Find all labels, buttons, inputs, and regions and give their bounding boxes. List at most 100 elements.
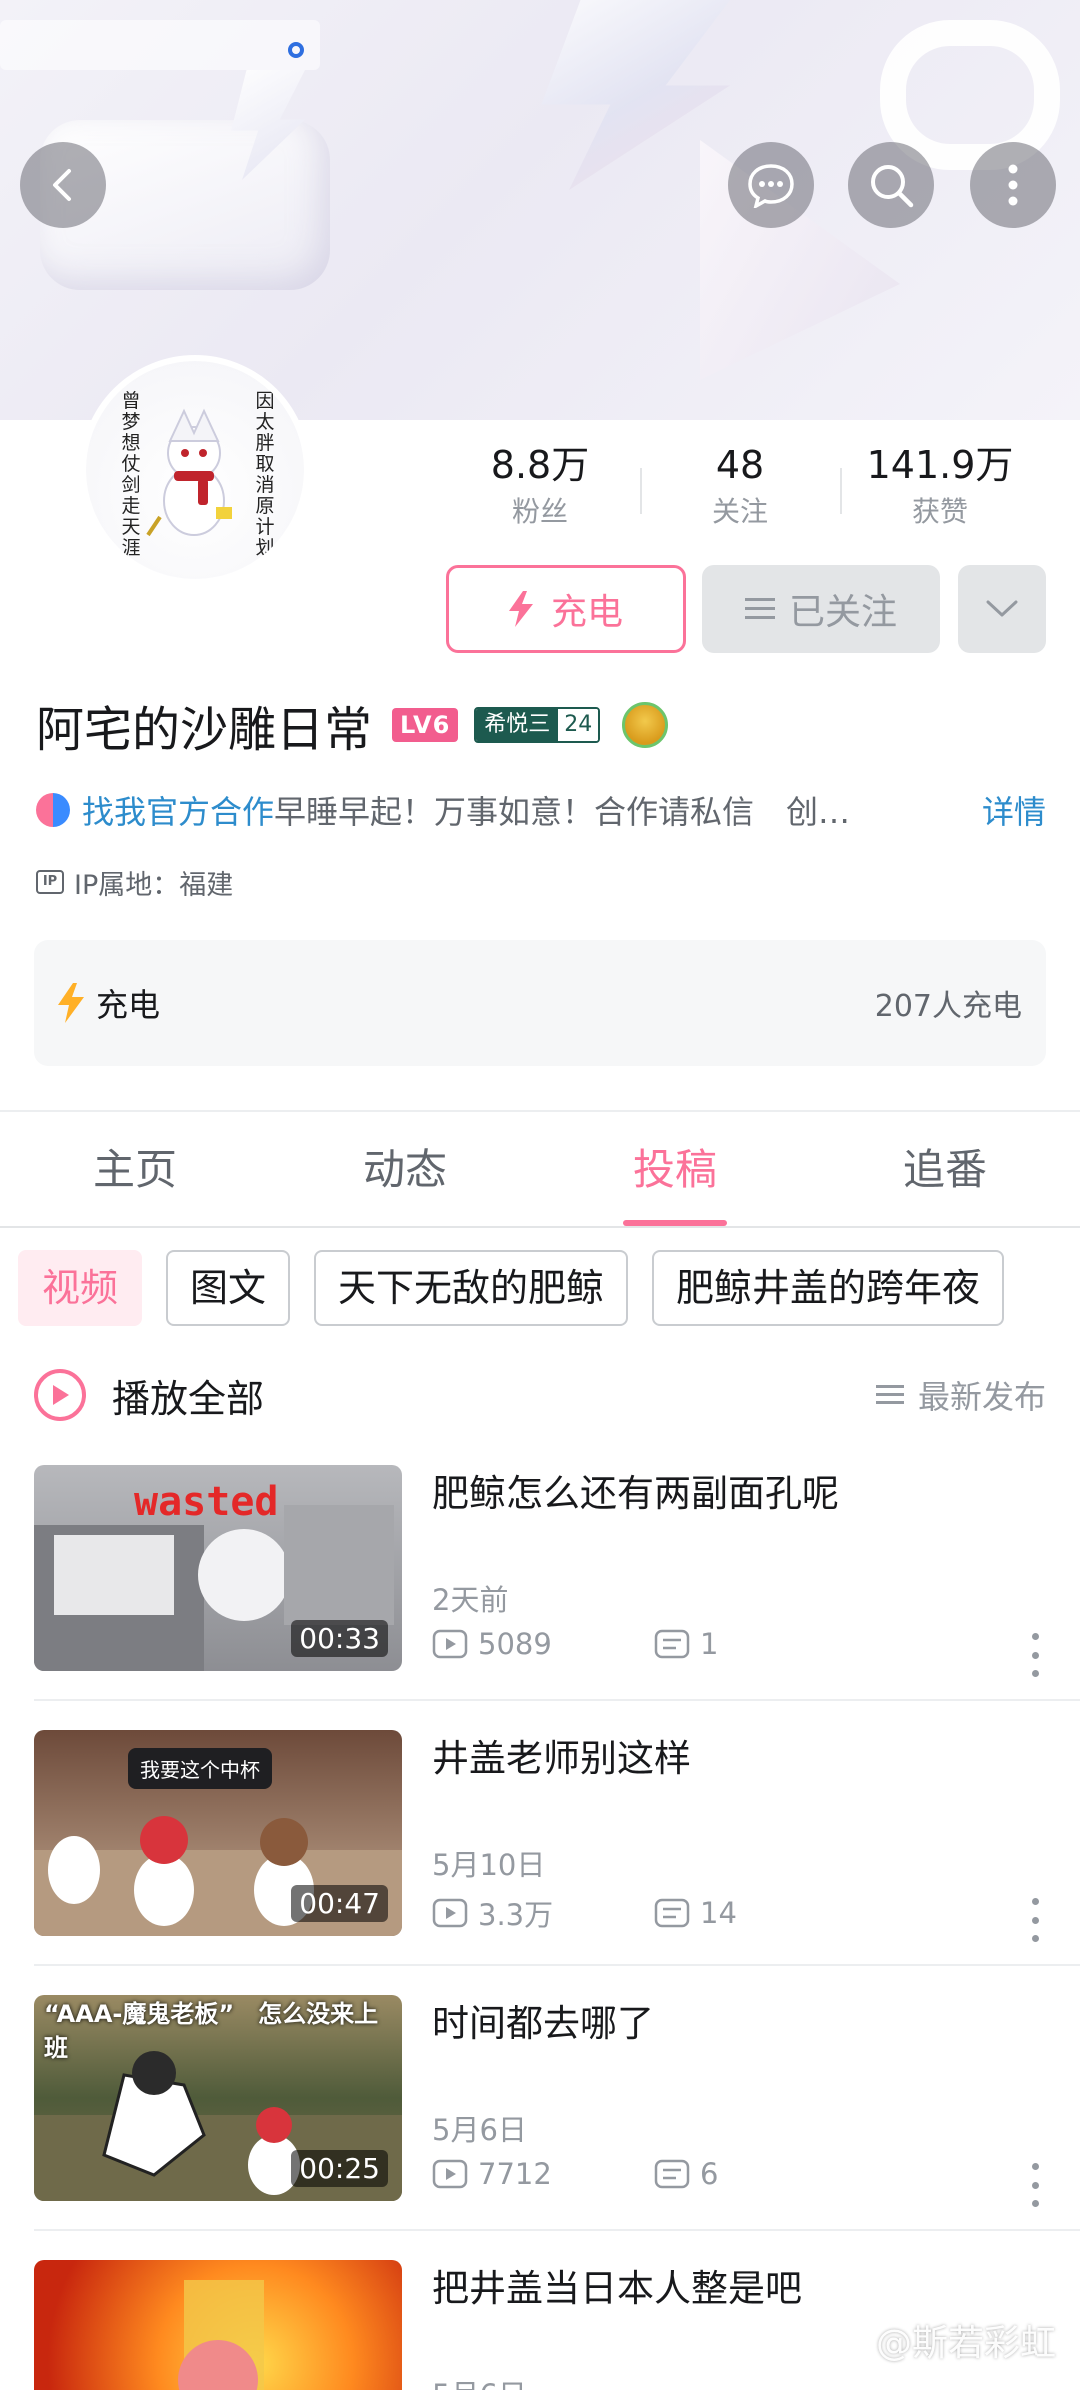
chip-collection-1[interactable]: 天下无敌的肥鲸 [314,1250,629,1326]
watermark: @斯若彩虹 [875,2323,1056,2364]
status-indicator-icon [288,42,304,58]
video-title[interactable]: 井盖老师别这样 [432,1734,691,1784]
status-bar [0,20,320,70]
video-date: 2天前 [432,1583,509,1617]
play-count-icon [432,1629,468,1659]
video-more-icon[interactable] [1032,1633,1040,1677]
video-title[interactable]: 把井盖当日本人整是吧 [432,2264,802,2314]
stat-likes-label: 获赞 [911,495,968,528]
fan-medal-level: 24 [558,709,599,741]
video-date: 5月6日 [432,2113,527,2147]
video-more-icon[interactable] [1032,1898,1040,1942]
avatar[interactable]: 曾梦想仗剑走天涯 因太胖取消原计划 [80,355,310,585]
video-item[interactable]: x wasted 00:33 肥鲸怎么还有两副面孔呢 2天前 5089 1 [34,1465,1046,1677]
fan-medal-name: 希悦三 [476,709,559,741]
play-all-label[interactable]: 播放全部 [112,1368,876,1423]
name-row: 阿宅的沙雕日常 LV6 希悦三 24 [36,690,669,760]
stat-fans-value: 8.8万 [490,443,590,487]
sort-list-icon [875,1385,904,1404]
search-icon [871,165,914,208]
video-meta: 3.3万 14 [432,1892,876,1934]
ip-location-icon: IP [36,870,64,894]
video-thumbnail[interactable] [34,2260,402,2390]
vertical-dots-icon [1008,164,1018,206]
sign-row: 找我官方合作 早睡早起！万事如意！合作请私信 创… 详情 [36,780,1046,840]
video-item[interactable]: 我要这个中杯 00:47 井盖老师别这样 5月10日 3.3万 14 [34,1730,1046,1942]
video-comments: 14 [700,1896,737,1930]
followed-button-label: 已关注 [788,592,897,633]
detail-link[interactable]: 详情 [982,787,1046,833]
danmaku-count-icon [654,1629,690,1659]
thumbnail-caption: 我要这个中杯 [128,1748,272,1789]
followed-button[interactable]: 已关注 [702,565,940,653]
tab-home[interactable]: 主页 [0,1112,270,1226]
chat-bubble-icon [748,164,794,208]
stat-following-label: 关注 [711,495,768,528]
ip-row: IP IP属地：福建 [36,862,233,902]
stat-following[interactable]: 48 关注 [640,440,840,540]
avatar-text-right: 因太胖取消原计划 [255,390,275,559]
user-sign: 早睡早起！万事如意！合作请私信 创… [274,793,851,831]
chip-collection-2[interactable]: 肥鲸井盖的跨年夜 [652,1250,1005,1326]
stat-likes[interactable]: 141.9万 获赞 [840,440,1040,540]
video-duration: 00:33 [291,1620,388,1657]
lightning-icon [508,591,533,627]
charge-card-count: 207人充电 [874,989,1022,1024]
play-all-button[interactable] [34,1369,86,1421]
business-cooperation-link[interactable]: 找我官方合作 [82,787,274,833]
chip-article[interactable]: 图文 [166,1250,291,1326]
level-badge[interactable]: LV6 [392,708,459,742]
video-title[interactable]: 肥鲸怎么还有两副面孔呢 [432,1469,839,1519]
charge-card[interactable]: 充电 207人充电 [34,940,1046,1066]
banner-bolt-shape [541,0,730,190]
business-cooperation-icon [36,793,70,827]
video-meta: 5089 1 [432,1627,876,1661]
thumbnail-art [178,2280,264,2390]
video-duration: 00:25 [291,2150,388,2187]
stat-fans-label: 粉丝 [511,495,568,528]
sort-label: 最新发布 [917,1378,1046,1416]
video-thumbnail[interactable]: x wasted 00:33 [34,1465,402,1671]
stat-following-value: 48 [715,443,765,487]
list-icon [744,598,775,619]
play-count-icon [432,1898,468,1928]
profile-tabs: 主页 动态 投稿 追番 [0,1112,1080,1228]
video-comments: 6 [700,2157,719,2191]
message-button[interactable] [728,142,814,228]
stat-fans[interactable]: 8.8万 粉丝 [440,440,640,540]
chevron-left-icon [53,169,71,201]
expand-recommend-button[interactable] [958,565,1046,653]
back-button[interactable] [20,142,106,228]
chip-video[interactable]: 视频 [18,1250,143,1326]
video-item[interactable]: “AAA-魔鬼老板” 怎么没来上班 00:25 时间都去哪了 5月6日 7712… [34,1995,1046,2207]
achievement-badge-icon[interactable] [622,702,669,748]
tab-contributions[interactable]: 投稿 [540,1112,810,1226]
list-divider [34,2229,1080,2231]
user-name: 阿宅的沙雕日常 [36,702,373,758]
tab-bangumi[interactable]: 追番 [810,1112,1080,1226]
more-button[interactable] [970,142,1056,228]
video-meta: 7712 6 [432,2157,876,2191]
danmaku-count-icon [654,1898,690,1928]
danmaku-count-icon [654,2159,690,2189]
video-thumbnail[interactable]: 我要这个中杯 00:47 [34,1730,402,1936]
search-button[interactable] [848,142,934,228]
charge-button-label: 充电 [550,592,623,633]
tab-dynamic[interactable]: 动态 [270,1112,540,1226]
video-views: 7712 [478,2157,552,2191]
sort-button[interactable]: 最新发布 [875,1372,1046,1418]
play-count-icon [432,2159,468,2189]
charge-button[interactable]: 充电 [446,565,686,653]
chevron-down-icon [986,600,1018,617]
video-date: 5月10日 [432,1848,546,1882]
video-views: 3.3万 [478,1898,554,1932]
contribution-filter-chips: 视频 图文 天下无敌的肥鲸 肥鲸井盖的跨年夜 [18,1250,1080,1326]
video-thumbnail[interactable]: “AAA-魔鬼老板” 怎么没来上班 00:25 [34,1995,402,2201]
video-duration: 00:47 [291,1885,388,1922]
list-divider [34,1964,1080,1966]
play-icon [53,1385,69,1405]
video-more-icon[interactable] [1032,2163,1040,2207]
charge-card-label: 充电 [96,986,161,1024]
video-title[interactable]: 时间都去哪了 [432,1999,654,2049]
fan-medal[interactable]: 希悦三 24 [474,707,601,743]
